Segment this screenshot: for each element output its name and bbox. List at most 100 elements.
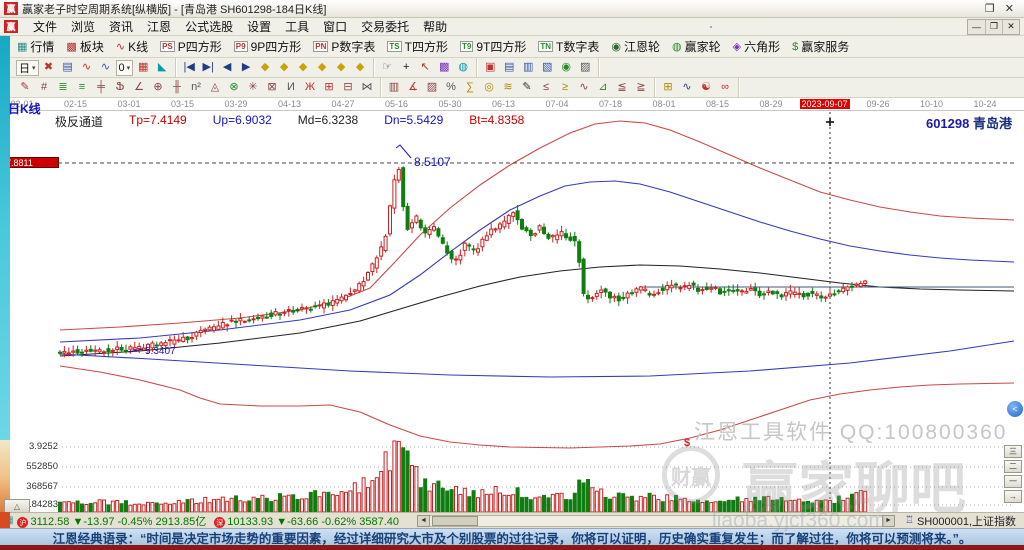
computer-icon[interactable]: ▥ (519, 60, 537, 76)
p-number-table-button[interactable]: PN P数字表 (308, 37, 380, 56)
fence-tool-icon[interactable]: ⊞ (320, 80, 338, 96)
kline-button[interactable]: ∿ K线 (111, 37, 153, 56)
collapse-panel-button[interactable]: < (1007, 401, 1023, 417)
yellow-grid-icon[interactable]: ⊞ (659, 80, 677, 96)
wave-down-icon[interactable]: ∿ (97, 60, 115, 76)
close-doc-button[interactable]: ✕ (1002, 19, 1019, 34)
hexagon-button[interactable]: ◈ 六角形 (728, 37, 785, 56)
star-tool-icon[interactable]: ✳ (244, 80, 262, 96)
close-window-button[interactable]: ✕ (1005, 2, 1014, 15)
gann-fan-tool-icon[interactable]: # (35, 80, 53, 96)
menu-item-公式选股[interactable]: 公式选股 (178, 20, 240, 34)
scroll-right-arrow[interactable]: ► (881, 514, 895, 527)
minimize-doc-button[interactable]: — (968, 20, 985, 34)
p-square-button[interactable]: PS P四方形 (155, 37, 227, 56)
wheel-tool-icon[interactable]: ⊕ (149, 80, 167, 96)
infinity-icon[interactable]: ∞ (716, 80, 734, 96)
gann-diamond-1-icon[interactable]: ◆ (256, 60, 274, 76)
flag-icon[interactable]: ◣ (153, 60, 171, 76)
menu-item-文件[interactable]: 文件 (26, 20, 64, 34)
cycle-tool-icon[interactable]: Ֆ (111, 80, 129, 96)
mesh-tool-icon[interactable]: ⊠ (263, 80, 281, 96)
t-square-button[interactable]: TS T四方形 (382, 37, 453, 56)
scroll-left-arrow[interactable]: ◄ (417, 514, 431, 527)
t9-square-button[interactable]: T9 9T四方形 (455, 37, 531, 56)
gold-circle-tool-icon[interactable]: ◎ (480, 80, 498, 96)
angle-tool-icon[interactable]: ∠ (130, 80, 148, 96)
gann-diamond-6-icon[interactable]: ◆ (351, 60, 369, 76)
restore-window-button[interactable]: ❐ (985, 2, 995, 15)
pane-split-2-button[interactable]: 二 (1004, 460, 1022, 473)
t-number-table-button[interactable]: TN T数字表 (533, 37, 604, 56)
calculator-icon[interactable]: ▤ (500, 60, 518, 76)
pencil-tool-icon[interactable]: ✎ (16, 80, 34, 96)
hand-pan-icon[interactable]: ☞ (378, 60, 396, 76)
save-icon[interactable]: ▧ (538, 60, 556, 76)
last-bar-icon[interactable]: ▶| (199, 60, 217, 76)
winner-service-button[interactable]: $ 赢家服务 (787, 37, 854, 56)
notes-icon[interactable]: ▤ (59, 60, 77, 76)
menu-item-交易委托[interactable]: 交易委托 (354, 20, 416, 34)
gann-diamond-4-icon[interactable]: ◆ (313, 60, 331, 76)
pointer-icon[interactable]: ↖ (416, 60, 434, 76)
index-reference[interactable]: ♖ SH000001,上证指数 (905, 513, 1020, 529)
band-lines-tool-icon[interactable]: ≡ (73, 80, 91, 96)
wave-up-icon[interactable]: ∿ (78, 60, 96, 76)
menu-item-设置[interactable]: 设置 (240, 20, 278, 34)
span-tool-icon[interactable]: ⋈ (358, 80, 376, 96)
menu-item-工具[interactable]: 工具 (278, 20, 316, 34)
chart-scrollbar[interactable]: ◄ ► (417, 514, 895, 527)
percent-tool-icon[interactable]: % (442, 80, 460, 96)
menu-item-窗口[interactable]: 窗口 (316, 20, 354, 34)
menu-item-江恩[interactable]: 江恩 (140, 20, 178, 34)
hatch-tool-icon[interactable]: ╫ (168, 80, 186, 96)
scroll-track[interactable] (430, 514, 882, 527)
sectors-button[interactable]: ▩ 板块 (61, 37, 108, 56)
fan-lines-tool-icon[interactable]: ∡ (404, 80, 422, 96)
gann-box-tool-icon[interactable]: ▥ (385, 80, 403, 96)
recycle-icon[interactable]: ◉ (557, 60, 575, 76)
gann-diamond-5-icon[interactable]: ◆ (332, 60, 350, 76)
price-line-tool-icon[interactable]: И (282, 80, 300, 96)
zero-dropdown[interactable]: 0 ▾ (115, 59, 134, 76)
candlestick-chart[interactable]: 8.5107 5.3407 $ (10, 98, 1024, 512)
winner-wheel-button[interactable]: ◍ 赢家轮 (667, 37, 726, 56)
target-tool-icon[interactable]: ⊗ (225, 80, 243, 96)
retrace-tool-icon[interactable]: ▨ (423, 80, 441, 96)
square-n2-tool-icon[interactable]: n² (187, 80, 205, 96)
ladder-tool-icon[interactable]: ≧ (632, 80, 650, 96)
wave-count-tool-icon[interactable]: ∿ (575, 80, 593, 96)
gann-diamond-2-icon[interactable]: ◆ (275, 60, 293, 76)
close-panel-icon[interactable]: ✖ (40, 60, 58, 76)
scroll-thumb[interactable] (432, 515, 479, 526)
calendar-icon[interactable]: ▣ (481, 60, 499, 76)
speed-line-tool-icon[interactable]: ⊿ (594, 80, 612, 96)
formula-icon[interactable]: ◍ (454, 60, 472, 76)
period-day-dropdown[interactable]: 日 ▾ (16, 59, 39, 76)
golden-line-tool-icon[interactable]: ∑ (461, 80, 479, 96)
pane-next-button[interactable]: → (1004, 490, 1022, 503)
prev-bar-icon[interactable]: ◀ (218, 60, 236, 76)
cart-icon[interactable]: ▨ (576, 60, 594, 76)
p9-square-button[interactable]: P9 9P四方形 (229, 37, 306, 56)
compass-tool-icon[interactable]: ◬ (206, 80, 224, 96)
red-grid-tool-icon[interactable]: Ж (301, 80, 319, 96)
chart-mode-icon[interactable]: ∿ (678, 80, 696, 96)
crosshair-icon[interactable]: + (397, 60, 415, 76)
window-tool-icon[interactable]: ⊟ (339, 80, 357, 96)
grid-lines-tool-icon[interactable]: ≣ (54, 80, 72, 96)
pane-split-1-button[interactable]: 一 (1004, 475, 1022, 488)
volume-pane-toggle-button[interactable]: △ (4, 499, 30, 512)
quotes-button[interactable]: ▦ 行情 (12, 37, 59, 56)
ink-tool-icon[interactable]: ✎ (518, 80, 536, 96)
pane-split-3-button[interactable]: 三 (1004, 445, 1022, 458)
first-bar-icon[interactable]: |◀ (180, 60, 198, 76)
restore-doc-button[interactable]: ❐ (985, 19, 1002, 34)
menu-item-浏览[interactable]: 浏览 (64, 20, 102, 34)
grid-box-icon[interactable]: ▦ (134, 60, 152, 76)
menu-item-帮助[interactable]: 帮助 (416, 20, 454, 34)
channel-tool-icon[interactable]: ≦ (613, 80, 631, 96)
next-bar-icon[interactable]: ▶ (237, 60, 255, 76)
gold-band-tool-icon[interactable]: ≋ (499, 80, 517, 96)
help-grid-icon[interactable]: ▩ (435, 60, 453, 76)
